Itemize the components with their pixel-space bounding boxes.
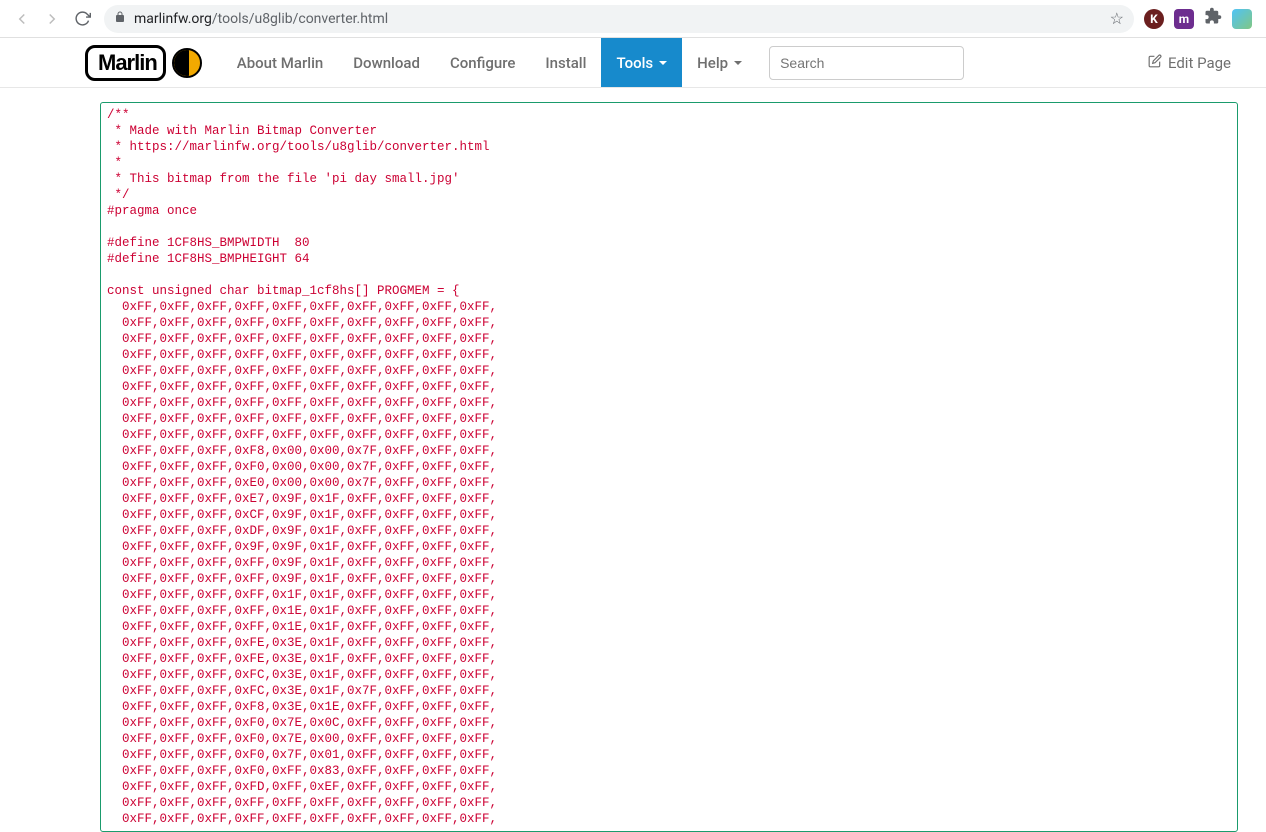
extension-k-icon[interactable]: K (1144, 9, 1164, 29)
url-bar[interactable]: marlinfw.org/tools/u8glib/converter.html… (104, 5, 1134, 33)
edit-icon (1148, 54, 1162, 72)
brand[interactable]: Marlin (85, 45, 202, 81)
extension-last-icon[interactable] (1232, 9, 1252, 29)
theme-toggle-icon[interactable] (172, 48, 202, 78)
edit-page-label: Edit Page (1168, 54, 1231, 72)
code-output: /** * Made with Marlin Bitmap Converter … (107, 107, 1231, 827)
brand-logo: Marlin (85, 45, 166, 81)
extension-icons: K m (1144, 7, 1256, 30)
nav-download[interactable]: Download (338, 38, 435, 87)
reload-button[interactable] (70, 7, 94, 31)
search-input[interactable] (769, 46, 964, 80)
browser-chrome: marlinfw.org/tools/u8glib/converter.html… (0, 0, 1266, 38)
edit-page-link[interactable]: Edit Page (1148, 54, 1231, 72)
nav-buttons (10, 7, 94, 31)
lock-icon (114, 11, 126, 26)
nav-configure[interactable]: Configure (435, 38, 530, 87)
url-text: marlinfw.org/tools/u8glib/converter.html (134, 11, 1102, 27)
nav-links: About Marlin Download Configure Install … (222, 38, 757, 87)
forward-button[interactable] (40, 7, 64, 31)
nav-about[interactable]: About Marlin (222, 38, 338, 87)
nav-help[interactable]: Help (682, 38, 757, 87)
star-icon[interactable]: ☆ (1110, 9, 1124, 28)
back-button[interactable] (10, 7, 34, 31)
code-output-box[interactable]: /** * Made with Marlin Bitmap Converter … (100, 102, 1238, 832)
nav-install[interactable]: Install (530, 38, 601, 87)
extensions-puzzle-icon[interactable] (1204, 7, 1222, 30)
site-navbar: Marlin About Marlin Download Configure I… (0, 38, 1266, 88)
brand-text: Marlin (98, 50, 157, 76)
main-content: /** * Made with Marlin Bitmap Converter … (0, 88, 1266, 832)
extension-m-icon[interactable]: m (1174, 9, 1194, 29)
nav-tools[interactable]: Tools (601, 38, 682, 87)
